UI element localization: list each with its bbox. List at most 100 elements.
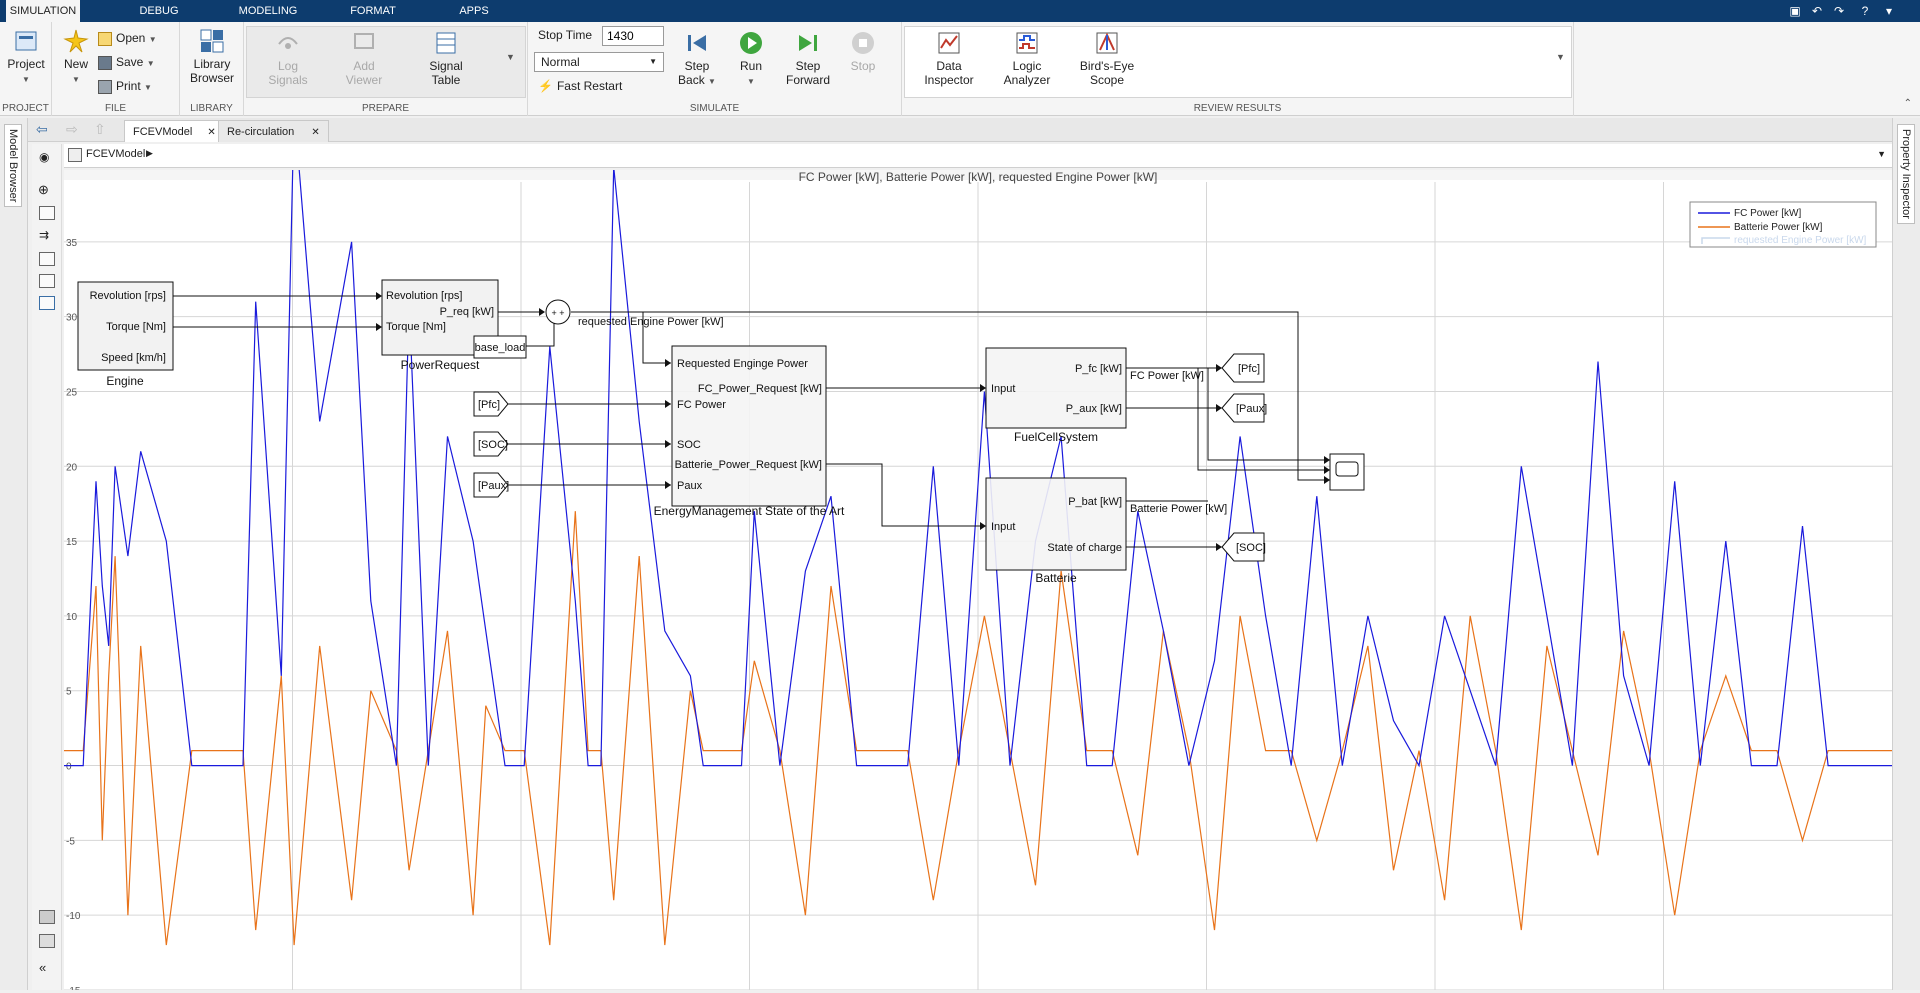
- fuelcell-port-paux: P_aux [kW]: [1066, 403, 1122, 415]
- simulation-mode-value: Normal: [541, 55, 580, 69]
- back-arrow-icon[interactable]: ⇦: [36, 121, 48, 138]
- add-viewer-button[interactable]: Add Viewer: [336, 30, 392, 87]
- new-button[interactable]: New ▼: [56, 28, 96, 85]
- sum-block[interactable]: + +: [545, 299, 571, 325]
- undo-icon[interactable]: ↶: [1808, 2, 1826, 20]
- review-expand-icon[interactable]: ▼: [1556, 52, 1565, 62]
- birds-eye-scope-button[interactable]: Bird's-Eye Scope: [1072, 30, 1142, 87]
- tab-format[interactable]: FORMAT: [338, 0, 408, 22]
- property-inspector-tab[interactable]: Property Inspector: [1897, 124, 1915, 224]
- fc-power-signal-label: FC Power [kW]: [1130, 370, 1204, 382]
- y-tick-label: 0: [66, 762, 72, 773]
- redo-icon[interactable]: ↷: [1830, 2, 1848, 20]
- log-signals-button[interactable]: Log Signals: [260, 30, 316, 87]
- forward-arrow-icon[interactable]: ⇨: [66, 121, 78, 138]
- address-dropdown-icon[interactable]: ▼: [1877, 149, 1886, 159]
- batterie-port-soc: State of charge: [1047, 542, 1122, 554]
- power-request-port-torque: Torque [Nm]: [386, 321, 446, 333]
- print-label: Print: [116, 79, 141, 93]
- fast-restart-button[interactable]: ⚡ Fast Restart: [538, 76, 622, 96]
- step-back-button[interactable]: Step Back ▼: [672, 30, 722, 87]
- data-inspector-label: Data Inspector: [924, 59, 974, 87]
- section-file: New ▼ Open ▼ Save ▼ Print ▼ FILE: [52, 22, 180, 116]
- breadcrumb[interactable]: FCEVModel: [86, 148, 145, 160]
- em-port-requested: Requested Enginge Power: [677, 358, 808, 370]
- print-button[interactable]: Print ▼: [98, 76, 152, 96]
- address-bar: FCEVModel ▶ ▼: [64, 144, 1892, 168]
- base-load-block[interactable]: base_load: [473, 335, 527, 359]
- signal-table-button[interactable]: Signal Table: [414, 30, 478, 87]
- data-inspector-button[interactable]: Data Inspector: [914, 30, 984, 87]
- save-quick-icon[interactable]: ▣: [1786, 2, 1804, 20]
- arrow-direction-icon[interactable]: ⇉: [39, 228, 49, 242]
- open-button[interactable]: Open ▼: [98, 28, 157, 48]
- fuelcell-block-name: FuelCellSystem: [1014, 430, 1098, 444]
- save-button[interactable]: Save ▼: [98, 52, 155, 72]
- signal-table-label: Signal Table: [429, 59, 463, 87]
- tab-apps[interactable]: APPS: [444, 0, 504, 22]
- from-tag-pfc-label: [Pfc]: [478, 399, 500, 411]
- doc-tab-fcevmodel[interactable]: FCEVModel ✕: [124, 120, 225, 142]
- model-canvas[interactable]: FC Power [kW], Batterie Power [kW], requ…: [64, 107, 1892, 993]
- help-icon[interactable]: ?: [1856, 2, 1874, 20]
- step-forward-button[interactable]: Step Forward: [782, 30, 834, 87]
- energy-management-block[interactable]: Requested Enginge Power FC Power SOC Pau…: [654, 345, 845, 518]
- section-title-prepare: PREPARE: [361, 103, 410, 114]
- close-icon[interactable]: ✕: [311, 127, 319, 138]
- tab-simulation[interactable]: SIMULATION: [6, 0, 80, 22]
- engine-block[interactable]: Revolution [rps] Torque [Nm] Speed [km/h…: [77, 281, 174, 388]
- doc-tab-re-circulation[interactable]: Re-circulation ✕: [218, 120, 329, 142]
- area-icon[interactable]: [39, 296, 55, 310]
- engine-port-speed: Speed [km/h]: [101, 352, 166, 364]
- open-icon: [98, 31, 112, 46]
- print-icon: [98, 79, 112, 94]
- right-dock: Property Inspector: [1892, 118, 1920, 990]
- simulink-diagram: Revolution [rps] Torque [Nm] Speed [km/h…: [77, 279, 1365, 585]
- batterie-block[interactable]: Input P_bat [kW] State of charge Batteri…: [985, 477, 1127, 585]
- log-signals-icon: [278, 37, 298, 49]
- y-tick-label: -15: [66, 986, 81, 990]
- prepare-expand-icon[interactable]: ▼: [506, 52, 515, 62]
- screenshot-icon[interactable]: [39, 910, 55, 924]
- goto-tag-soc-label: [SOC]: [1236, 542, 1266, 554]
- from-tag-paux-label: [Paux]: [478, 480, 509, 492]
- collapse-double-chevron-icon[interactable]: «: [39, 960, 46, 975]
- stop-label: Stop: [850, 59, 876, 73]
- breadcrumb-chevron-icon[interactable]: ▶: [146, 148, 153, 159]
- run-button[interactable]: Run ▼: [728, 30, 774, 87]
- birds-eye-scope-icon: [1096, 32, 1118, 54]
- section-title-project: PROJECT: [2, 103, 49, 114]
- goto-tag-pfc[interactable]: [Pfc]: [1221, 353, 1265, 383]
- canvas-toolbar: ◉ ⊕ ⇉ «: [32, 144, 62, 990]
- logic-analyzer-button[interactable]: Logic Analyzer: [992, 30, 1062, 87]
- from-tag-paux[interactable]: [Paux]: [473, 472, 509, 498]
- zoom-icon[interactable]: ⊕: [38, 182, 49, 198]
- from-tag-pfc[interactable]: [Pfc]: [473, 391, 509, 417]
- from-tag-soc[interactable]: [SOC]: [473, 431, 509, 457]
- plot-title: FC Power [kW], Batterie Power [kW], requ…: [799, 170, 1158, 184]
- annotation-icon[interactable]: [39, 252, 55, 266]
- tab-modeling[interactable]: MODELING: [228, 0, 308, 22]
- stop-button[interactable]: Stop: [840, 30, 886, 73]
- fuelcell-port-pfc: P_fc [kW]: [1075, 363, 1122, 375]
- fit-to-view-icon[interactable]: [39, 206, 55, 220]
- close-icon[interactable]: ✕: [207, 127, 215, 138]
- save-icon: [98, 55, 112, 70]
- fuelcell-system-block[interactable]: Input P_fc [kW] P_aux [kW] FuelCellSyste…: [985, 347, 1127, 444]
- collapse-toolstrip-icon[interactable]: ▾: [1880, 2, 1898, 20]
- project-button[interactable]: Project ▼: [4, 28, 48, 85]
- library-browser-button[interactable]: Library Browser: [182, 28, 242, 85]
- left-dock: Model Browser: [0, 118, 28, 990]
- model-browser-tab[interactable]: Model Browser: [4, 124, 22, 208]
- up-arrow-icon[interactable]: ⇧: [94, 121, 106, 138]
- image-icon[interactable]: [39, 274, 55, 288]
- step-forward-icon: [799, 35, 817, 51]
- simulation-mode-select[interactable]: Normal ▼: [534, 52, 664, 72]
- ribbon-collapse-icon[interactable]: ⌃: [1904, 98, 1912, 109]
- tab-debug[interactable]: DEBUG: [124, 0, 194, 22]
- hide-show-icon[interactable]: ◉: [39, 150, 49, 164]
- goto-tag-paux[interactable]: [Paux]: [1221, 393, 1267, 423]
- stop-time-input[interactable]: [602, 26, 664, 46]
- scope-block[interactable]: [1329, 453, 1365, 491]
- model-explorer-icon[interactable]: [39, 934, 55, 948]
